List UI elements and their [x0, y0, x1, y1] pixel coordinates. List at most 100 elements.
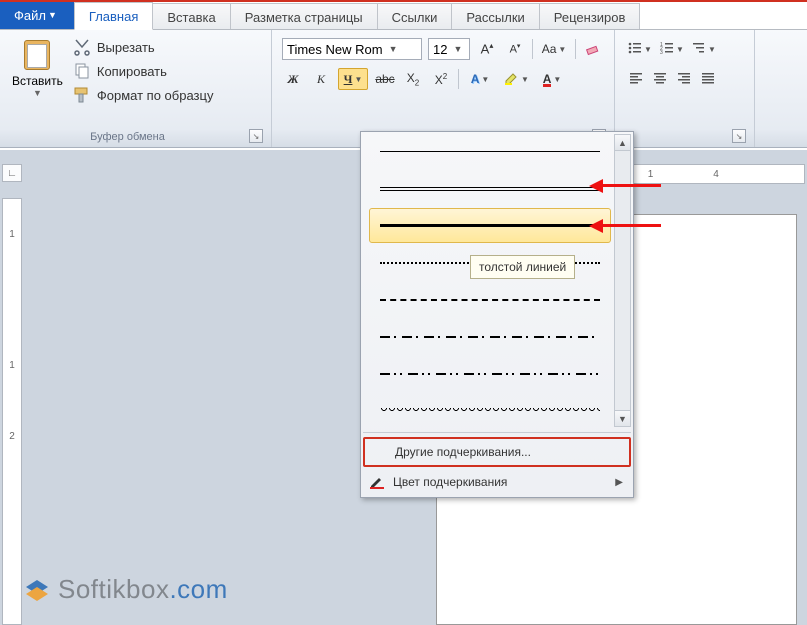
numbering-button[interactable]: 123▼: [657, 38, 687, 60]
line-thick-icon: [380, 224, 600, 227]
underline-dashed[interactable]: [369, 282, 611, 317]
separator: [458, 69, 459, 89]
tab-row: Файл ▼ Главная Вставка Разметка страницы…: [0, 0, 807, 30]
menu-scrollbar[interactable]: ▲ ▼: [614, 134, 631, 427]
text-effects-button[interactable]: A▼: [465, 68, 495, 90]
scroll-up-icon[interactable]: ▲: [615, 135, 630, 151]
chevron-down-icon: ▼: [553, 75, 561, 84]
annotation-arrow: [603, 224, 661, 227]
superscript-button[interactable]: X2: [430, 68, 452, 90]
grow-font-button[interactable]: A▴: [476, 38, 498, 60]
clear-format-button[interactable]: [582, 38, 604, 60]
copy-icon: [73, 62, 91, 80]
multilevel-icon: [692, 41, 706, 58]
chevron-down-icon: ▼: [453, 44, 462, 54]
bold-icon: Ж: [287, 72, 298, 87]
font-name-combo[interactable]: Times New Rom▼: [282, 38, 422, 60]
chevron-down-icon: ▼: [481, 75, 489, 84]
italic-button[interactable]: К: [310, 68, 332, 90]
dialog-launcher-icon[interactable]: ↘: [249, 129, 263, 143]
tab-page-layout[interactable]: Разметка страницы: [230, 3, 378, 29]
subscript-button[interactable]: X2: [402, 68, 424, 90]
brush-icon: [73, 86, 91, 104]
copy-button[interactable]: Копировать: [73, 62, 214, 80]
more-underlines-item[interactable]: Другие подчеркивания...: [363, 437, 631, 467]
line-single-icon: [380, 151, 600, 152]
underline-wave[interactable]: [369, 393, 611, 428]
tooltip-text: толстой линией: [479, 260, 566, 274]
chevron-down-icon: ▼: [676, 45, 684, 54]
tab-file-label: Файл: [14, 8, 46, 23]
line-dashdot-icon: [380, 336, 600, 338]
tab-home[interactable]: Главная: [74, 2, 153, 30]
underline-single[interactable]: [369, 134, 611, 169]
vertical-ruler[interactable]: 1 1 2: [2, 198, 22, 625]
multilevel-button[interactable]: ▼: [689, 38, 719, 60]
format-painter-button[interactable]: Формат по образцу: [73, 86, 214, 104]
chevron-down-icon: ▼: [389, 44, 398, 54]
tab-selector[interactable]: ∟: [2, 164, 22, 182]
chevron-down-icon[interactable]: ▼: [33, 88, 42, 98]
more-underlines-label: Другие подчеркивания...: [395, 445, 531, 459]
shrink-font-button[interactable]: A▾: [504, 38, 526, 60]
tab-mailings[interactable]: Рассылки: [451, 3, 539, 29]
change-case-button[interactable]: Aa▼: [539, 38, 569, 60]
group-clipboard-title: Буфер обмена: [6, 131, 249, 145]
underline-dashdotdot[interactable]: [369, 356, 611, 391]
chevron-right-icon: ▶: [615, 477, 623, 488]
scroll-down-icon[interactable]: ▼: [615, 410, 630, 426]
numbering-icon: 123: [660, 41, 674, 58]
chevron-down-icon: ▼: [354, 75, 362, 84]
svg-text:3: 3: [660, 50, 663, 55]
paste-button[interactable]: Вставить ▼: [6, 34, 69, 129]
subscript-icon: X2: [407, 71, 419, 87]
shrink-font-icon: A▾: [510, 42, 521, 56]
bullets-icon: [628, 41, 642, 58]
tab-references[interactable]: Ссылки: [377, 3, 453, 29]
tooltip: толстой линией: [470, 255, 575, 279]
bullets-button[interactable]: ▼: [625, 38, 655, 60]
eraser-icon: [585, 40, 601, 59]
clipboard-icon: [19, 36, 55, 72]
cut-button[interactable]: Вырезать: [73, 38, 214, 56]
align-right-icon: [677, 71, 691, 88]
text-effects-icon: A: [471, 72, 480, 86]
tab-file[interactable]: Файл ▼: [0, 1, 75, 29]
tab-review[interactable]: Рецензиров: [539, 3, 641, 29]
scissors-icon: [73, 38, 91, 56]
italic-icon: К: [317, 72, 325, 87]
line-wave-icon: [380, 408, 600, 414]
align-center-button[interactable]: [649, 68, 671, 90]
line-double-icon: [380, 187, 600, 191]
underline-double[interactable]: [369, 171, 611, 206]
underline-color-item[interactable]: Цвет подчеркивания ▶: [363, 469, 631, 495]
align-left-icon: [629, 71, 643, 88]
group-clipboard: Вставить ▼ Вырезать Копировать Формат по…: [0, 30, 272, 147]
align-left-button[interactable]: [625, 68, 647, 90]
underline-icon: Ч: [344, 72, 353, 87]
watermark: Softikbox.com: [24, 574, 228, 605]
underline-button[interactable]: Ч▼: [338, 68, 368, 90]
chevron-down-icon: ▼: [558, 45, 566, 54]
font-size-combo[interactable]: 12▼: [428, 38, 470, 60]
strikethrough-icon: abc: [375, 72, 394, 86]
superscript-icon: X2: [435, 72, 447, 87]
cut-label: Вырезать: [97, 40, 155, 55]
font-color-icon: A: [543, 72, 552, 87]
strikethrough-button[interactable]: abc: [374, 68, 396, 90]
line-dashed-icon: [380, 299, 600, 301]
underline-color-label: Цвет подчеркивания: [393, 475, 507, 489]
justify-button[interactable]: [697, 68, 719, 90]
font-color-button[interactable]: A▼: [537, 68, 567, 90]
align-center-icon: [653, 71, 667, 88]
highlight-button[interactable]: ▼: [501, 68, 531, 90]
dialog-launcher-icon[interactable]: ↘: [732, 129, 746, 143]
underline-thick[interactable]: [369, 208, 611, 243]
align-right-button[interactable]: [673, 68, 695, 90]
underline-dashdot[interactable]: [369, 319, 611, 354]
line-dashdotdot-icon: [380, 373, 600, 375]
bold-button[interactable]: Ж: [282, 68, 304, 90]
chevron-down-icon: ▼: [708, 45, 716, 54]
logo-icon: [24, 577, 50, 603]
tab-insert[interactable]: Вставка: [152, 3, 230, 29]
